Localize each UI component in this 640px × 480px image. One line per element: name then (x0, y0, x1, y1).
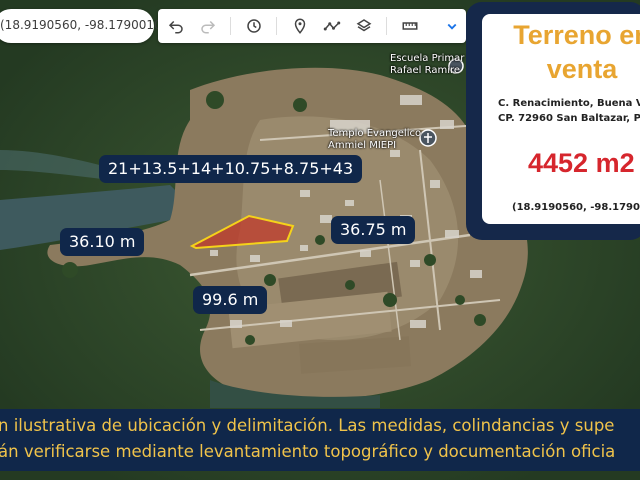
card-title-line: Terreno en (513, 20, 640, 50)
redo-icon (201, 20, 216, 34)
measurement-left-label: 36.10 m (60, 228, 145, 256)
map-toolbar (158, 9, 466, 43)
place-label-line: Templo Evangelico (328, 128, 422, 139)
place-label-line: Escuela Primar (390, 53, 465, 64)
place-label-temple: Templo Evangelico Ammiel MIEPI (328, 128, 421, 152)
card-title-line: venta (546, 54, 618, 84)
card-address-line: C. Renacimiento, Buena Vis (498, 98, 640, 109)
history-button[interactable] (242, 14, 266, 38)
undo-icon (168, 20, 183, 34)
ruler-icon (402, 22, 418, 30)
layers-button[interactable] (352, 14, 376, 38)
toolbar-divider (386, 17, 387, 35)
church-pin-icon[interactable] (419, 129, 437, 147)
toolbar-divider (276, 17, 277, 35)
more-options-button[interactable] (440, 14, 464, 38)
search-input[interactable]: (18.9190560, -98.1790010) (0, 9, 166, 43)
card-address-line: CP. 72960 San Baltazar, Pue (498, 113, 640, 124)
disclaimer-line: n ilustrativa de ubicación y delimitació… (0, 416, 615, 435)
card-area: 4452 m2 (528, 148, 635, 178)
undo-button[interactable] (164, 14, 188, 38)
place-label-line: Rafael Ramire (390, 65, 461, 76)
place-label-school: Escuela Primar Rafael Ramire (390, 53, 464, 77)
measurement-sum-label: 21+13.5+14+10.75+8.75+43 (99, 155, 363, 183)
place-label-line: Ammiel MIEPI (328, 140, 397, 151)
chevron-down-icon (447, 23, 457, 30)
card-title: Terreno en venta (482, 18, 640, 86)
disclaimer-line: án verificarse mediante levantamiento to… (0, 442, 616, 461)
draw-path-button[interactable] (320, 14, 344, 38)
history-icon (247, 19, 261, 33)
layers-icon (356, 19, 372, 32)
toolbar-divider (230, 17, 231, 35)
add-placemark-button[interactable] (288, 14, 312, 38)
search-value: (18.9190560, -98.1790010) (0, 18, 167, 32)
measure-button[interactable] (398, 14, 422, 38)
path-icon (323, 21, 341, 31)
disclaimer-banner: n ilustrativa de ubicación y delimitació… (0, 409, 640, 471)
measurement-right-label: 36.75 m (331, 216, 416, 244)
measurement-bottom-label: 99.6 m (193, 286, 268, 314)
info-card: Terreno en venta C. Renacimiento, Buena … (482, 14, 640, 224)
pin-icon (294, 18, 306, 34)
card-address: C. Renacimiento, Buena Vis CP. 72960 San… (498, 96, 640, 126)
card-coordinates: (18.9190560, -98.1790010 (512, 202, 640, 213)
redo-button[interactable] (196, 14, 220, 38)
